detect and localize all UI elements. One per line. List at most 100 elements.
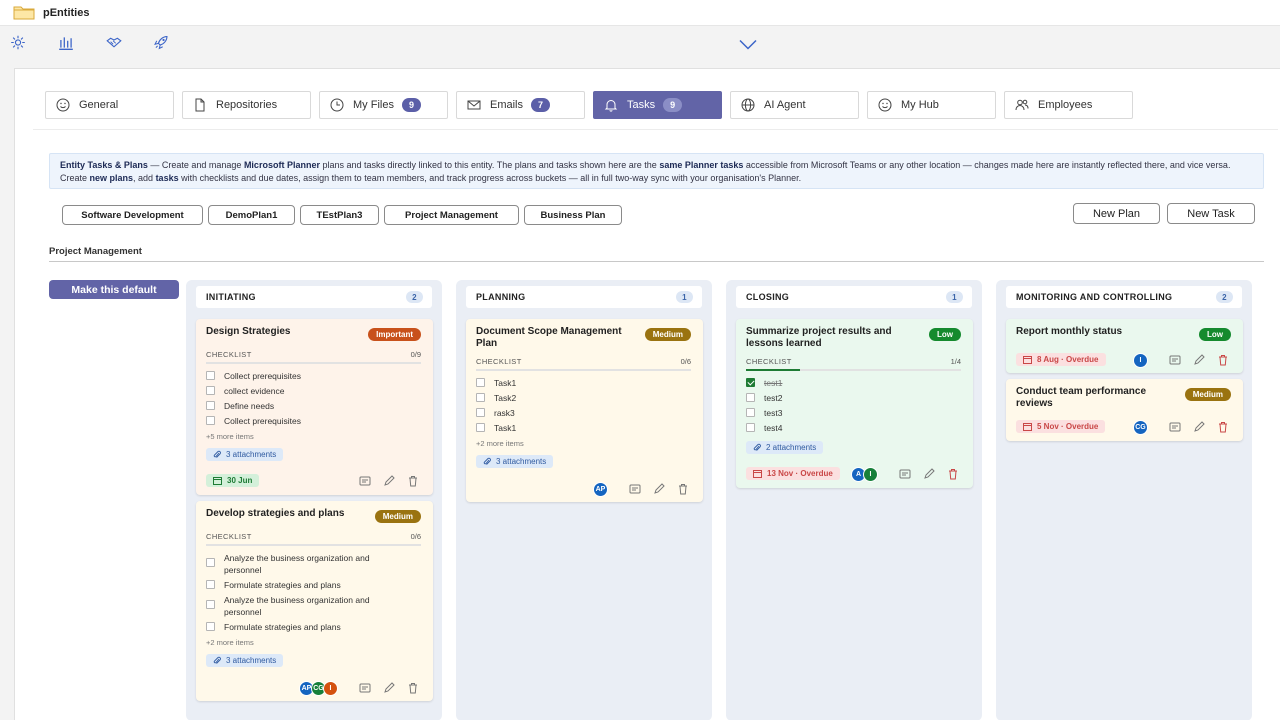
- rocket-icon[interactable]: [151, 34, 171, 51]
- plan-button[interactable]: Business Plan: [524, 205, 622, 225]
- edit-icon[interactable]: [1193, 421, 1205, 433]
- tab-ai-agent[interactable]: AI Agent: [730, 91, 859, 119]
- details-icon[interactable]: [1169, 421, 1181, 433]
- checklist-item[interactable]: Formulate strategies and plans: [206, 579, 406, 591]
- plan-button[interactable]: Software Development: [62, 205, 203, 225]
- plan-button[interactable]: TEstPlan3: [300, 205, 379, 225]
- checklist-item[interactable]: test3: [746, 407, 946, 419]
- paperclip-icon: [483, 457, 491, 465]
- checklist-item[interactable]: collect evidence: [206, 385, 406, 397]
- details-icon[interactable]: [1169, 354, 1181, 366]
- details-icon[interactable]: [359, 682, 371, 694]
- checklist-item[interactable]: Define needs: [206, 400, 406, 412]
- bell-icon: [604, 100, 618, 112]
- avatar[interactable]: AP: [593, 481, 608, 497]
- more-items[interactable]: +2 more items: [476, 439, 524, 448]
- tab-label: Repositories: [216, 99, 278, 111]
- checklist-item[interactable]: test2: [746, 392, 946, 404]
- attachments-badge[interactable]: 3 attachments: [206, 448, 284, 461]
- details-icon[interactable]: [359, 475, 371, 487]
- task-card[interactable]: Conduct team performance reviews Medium …: [1006, 379, 1243, 441]
- attachments-badge[interactable]: 3 attachments: [206, 654, 284, 667]
- checklist-item[interactable]: Collect prerequisites: [206, 370, 406, 382]
- edit-icon[interactable]: [923, 468, 935, 480]
- assignees: AP CG I: [299, 680, 338, 696]
- checkbox[interactable]: [476, 393, 485, 402]
- checklist-item[interactable]: Task2: [476, 392, 676, 404]
- avatar[interactable]: CG: [1133, 419, 1148, 435]
- tab-emails[interactable]: Emails 7: [456, 91, 585, 119]
- new-task-button[interactable]: New Task: [1167, 203, 1255, 224]
- task-card[interactable]: Summarize project results and lessons le…: [736, 319, 973, 488]
- checklist-item[interactable]: rask3: [476, 407, 676, 419]
- assignees: CG: [1133, 419, 1148, 435]
- edit-icon[interactable]: [383, 682, 395, 694]
- more-items[interactable]: +2 more items: [206, 638, 254, 647]
- tab-repositories[interactable]: Repositories: [182, 91, 311, 119]
- checkbox[interactable]: [206, 416, 215, 425]
- checklist-item[interactable]: Task1: [476, 422, 676, 434]
- task-card[interactable]: Document Scope Management Plan Medium CH…: [466, 319, 703, 502]
- checklist-item[interactable]: Formulate strategies and plans: [206, 621, 406, 633]
- handshake-icon[interactable]: [104, 34, 124, 51]
- checkbox[interactable]: [206, 401, 215, 410]
- checkbox[interactable]: [746, 408, 755, 417]
- paperclip-icon: [213, 656, 221, 664]
- edit-icon[interactable]: [653, 483, 665, 495]
- checklist-item[interactable]: Analyze the business organization and pe…: [206, 594, 396, 618]
- mail-icon: [467, 100, 481, 110]
- details-icon[interactable]: [899, 468, 911, 480]
- priority-badge: Important: [368, 328, 421, 341]
- checkbox[interactable]: [476, 378, 485, 387]
- checklist-item[interactable]: Task1: [476, 377, 676, 389]
- checkbox[interactable]: [206, 600, 215, 609]
- delete-icon[interactable]: [947, 468, 959, 480]
- checkbox[interactable]: [476, 423, 485, 432]
- delete-icon[interactable]: [1217, 354, 1229, 366]
- edit-icon[interactable]: [383, 475, 395, 487]
- checklist-item[interactable]: Analyze the business organization and pe…: [206, 552, 396, 576]
- tab-my-hub[interactable]: My Hub: [867, 91, 996, 119]
- chevron-down-icon[interactable]: [738, 36, 758, 53]
- attachments-badge[interactable]: 3 attachments: [476, 455, 554, 468]
- delete-icon[interactable]: [407, 682, 419, 694]
- attachments-badge[interactable]: 2 attachments: [746, 441, 824, 454]
- card-actions: AP CG I: [299, 680, 419, 696]
- checkbox[interactable]: [206, 580, 215, 589]
- task-card[interactable]: Report monthly status Low 8 Aug · Overdu…: [1006, 319, 1243, 373]
- checkbox[interactable]: [206, 622, 215, 631]
- delete-icon[interactable]: [407, 475, 419, 487]
- more-items[interactable]: +5 more items: [206, 432, 254, 441]
- checkbox-checked[interactable]: [746, 378, 755, 387]
- task-card[interactable]: Design Strategies Important CHECKLIST 0/…: [196, 319, 433, 495]
- chart-icon[interactable]: [56, 34, 76, 51]
- checkbox[interactable]: [746, 423, 755, 432]
- checklist-item[interactable]: test1: [746, 377, 946, 389]
- delete-icon[interactable]: [1217, 421, 1229, 433]
- edit-icon[interactable]: [1193, 354, 1205, 366]
- checkbox[interactable]: [206, 558, 215, 567]
- checklist-label: CHECKLIST: [476, 357, 522, 366]
- checkbox[interactable]: [746, 393, 755, 402]
- tab-employees[interactable]: Employees: [1004, 91, 1133, 119]
- delete-icon[interactable]: [677, 483, 689, 495]
- checkbox[interactable]: [476, 408, 485, 417]
- new-plan-button[interactable]: New Plan: [1073, 203, 1160, 224]
- details-icon[interactable]: [629, 483, 641, 495]
- avatar[interactable]: I: [863, 466, 878, 482]
- gear-icon[interactable]: [8, 34, 28, 51]
- tab-my-files[interactable]: My Files 9: [319, 91, 448, 119]
- make-default-button[interactable]: Make this default: [49, 280, 179, 299]
- checklist-item[interactable]: test4: [746, 422, 946, 434]
- plan-button[interactable]: Project Management: [384, 205, 519, 225]
- task-card[interactable]: Develop strategies and plans Medium CHEC…: [196, 501, 433, 701]
- avatar[interactable]: I: [1133, 352, 1148, 368]
- checkbox[interactable]: [206, 371, 215, 380]
- tab-general[interactable]: General: [45, 91, 174, 119]
- avatar[interactable]: I: [323, 680, 338, 696]
- checkbox[interactable]: [206, 386, 215, 395]
- tab-tasks[interactable]: Tasks 9: [593, 91, 722, 119]
- plan-button[interactable]: DemoPlan1: [208, 205, 295, 225]
- checklist-item[interactable]: Collect prerequisites: [206, 415, 406, 427]
- task-title: Document Scope Management Plan: [476, 326, 622, 349]
